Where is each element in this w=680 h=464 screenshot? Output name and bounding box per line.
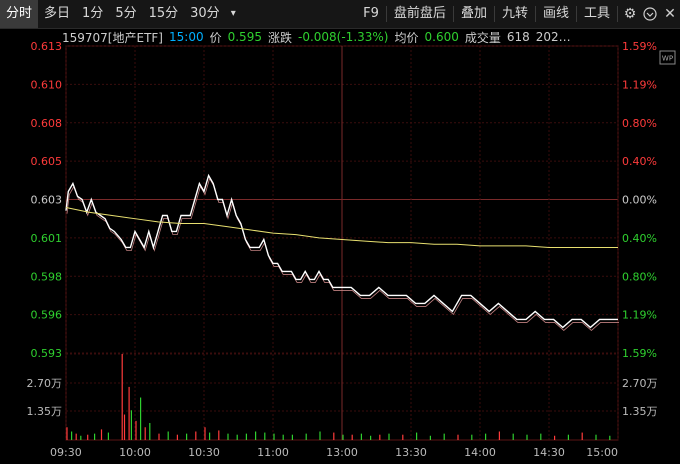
price-tick-label: 0.605 [31,155,63,168]
volume-tick-label: 1.35万 [27,405,63,418]
volume-tick-label: 1.35万 [622,405,658,418]
price-tick-label: 0.608 [31,117,63,130]
percent-tick-label: 1.19% [622,309,657,322]
time-tick-label: 14:30 [533,446,565,459]
price-tick-label: 0.593 [31,347,63,360]
percent-tick-label: 0.80% [622,270,657,283]
volume-bars [66,354,611,440]
time-tick-label: 13:30 [395,446,427,459]
time-tick-label: 09:30 [50,446,82,459]
time-axis-labels: 09:30 10:00 10:30 11:00 13:00 13:30 14:00 14:30… [50,446,618,459]
chart-grid [65,45,619,441]
price-tick-label: 0.598 [31,270,63,283]
time-tick-label: 10:00 [119,446,151,459]
volume-tick-label: 2.70万 [27,377,63,390]
price-tick-label: 0.613 [31,40,63,53]
percent-tick-label: 1.59% [622,40,657,53]
percent-tick-label: 1.19% [622,78,657,91]
wp-badge[interactable]: WP [662,55,673,63]
percent-axis-labels: 1.59% 1.19% 0.80% 0.40% 0.00% 0.40% 0.80% 1.19%… [622,40,657,360]
time-tick-label: 11:00 [257,446,289,459]
price-tick-label: 0.596 [31,309,63,322]
time-tick-label: 10:30 [188,446,220,459]
percent-tick-label: 0.00% [622,194,657,207]
price-tick-label: 0.610 [31,78,63,91]
percent-tick-label: 1.59% [622,347,657,360]
price-shadow-line [66,177,619,331]
wp-badge-group: WP [659,50,676,65]
price-axis-labels: 0.613 0.610 0.608 0.605 0.603 0.601 0.598 0.596… [31,40,63,360]
price-tick-label: 0.603 [31,194,63,207]
time-tick-label: 13:00 [326,446,358,459]
intraday-chart[interactable]: 0.613 0.610 0.608 0.605 0.603 0.601 0.598 0.596… [0,0,680,464]
percent-tick-label: 0.40% [622,232,657,245]
price-tick-label: 0.601 [31,232,63,245]
percent-tick-label: 0.80% [622,117,657,130]
percent-tick-label: 0.40% [622,155,657,168]
time-tick-label: 15:00 [586,446,618,459]
volume-tick-label: 2.70万 [622,377,658,390]
time-tick-label: 14:00 [464,446,496,459]
